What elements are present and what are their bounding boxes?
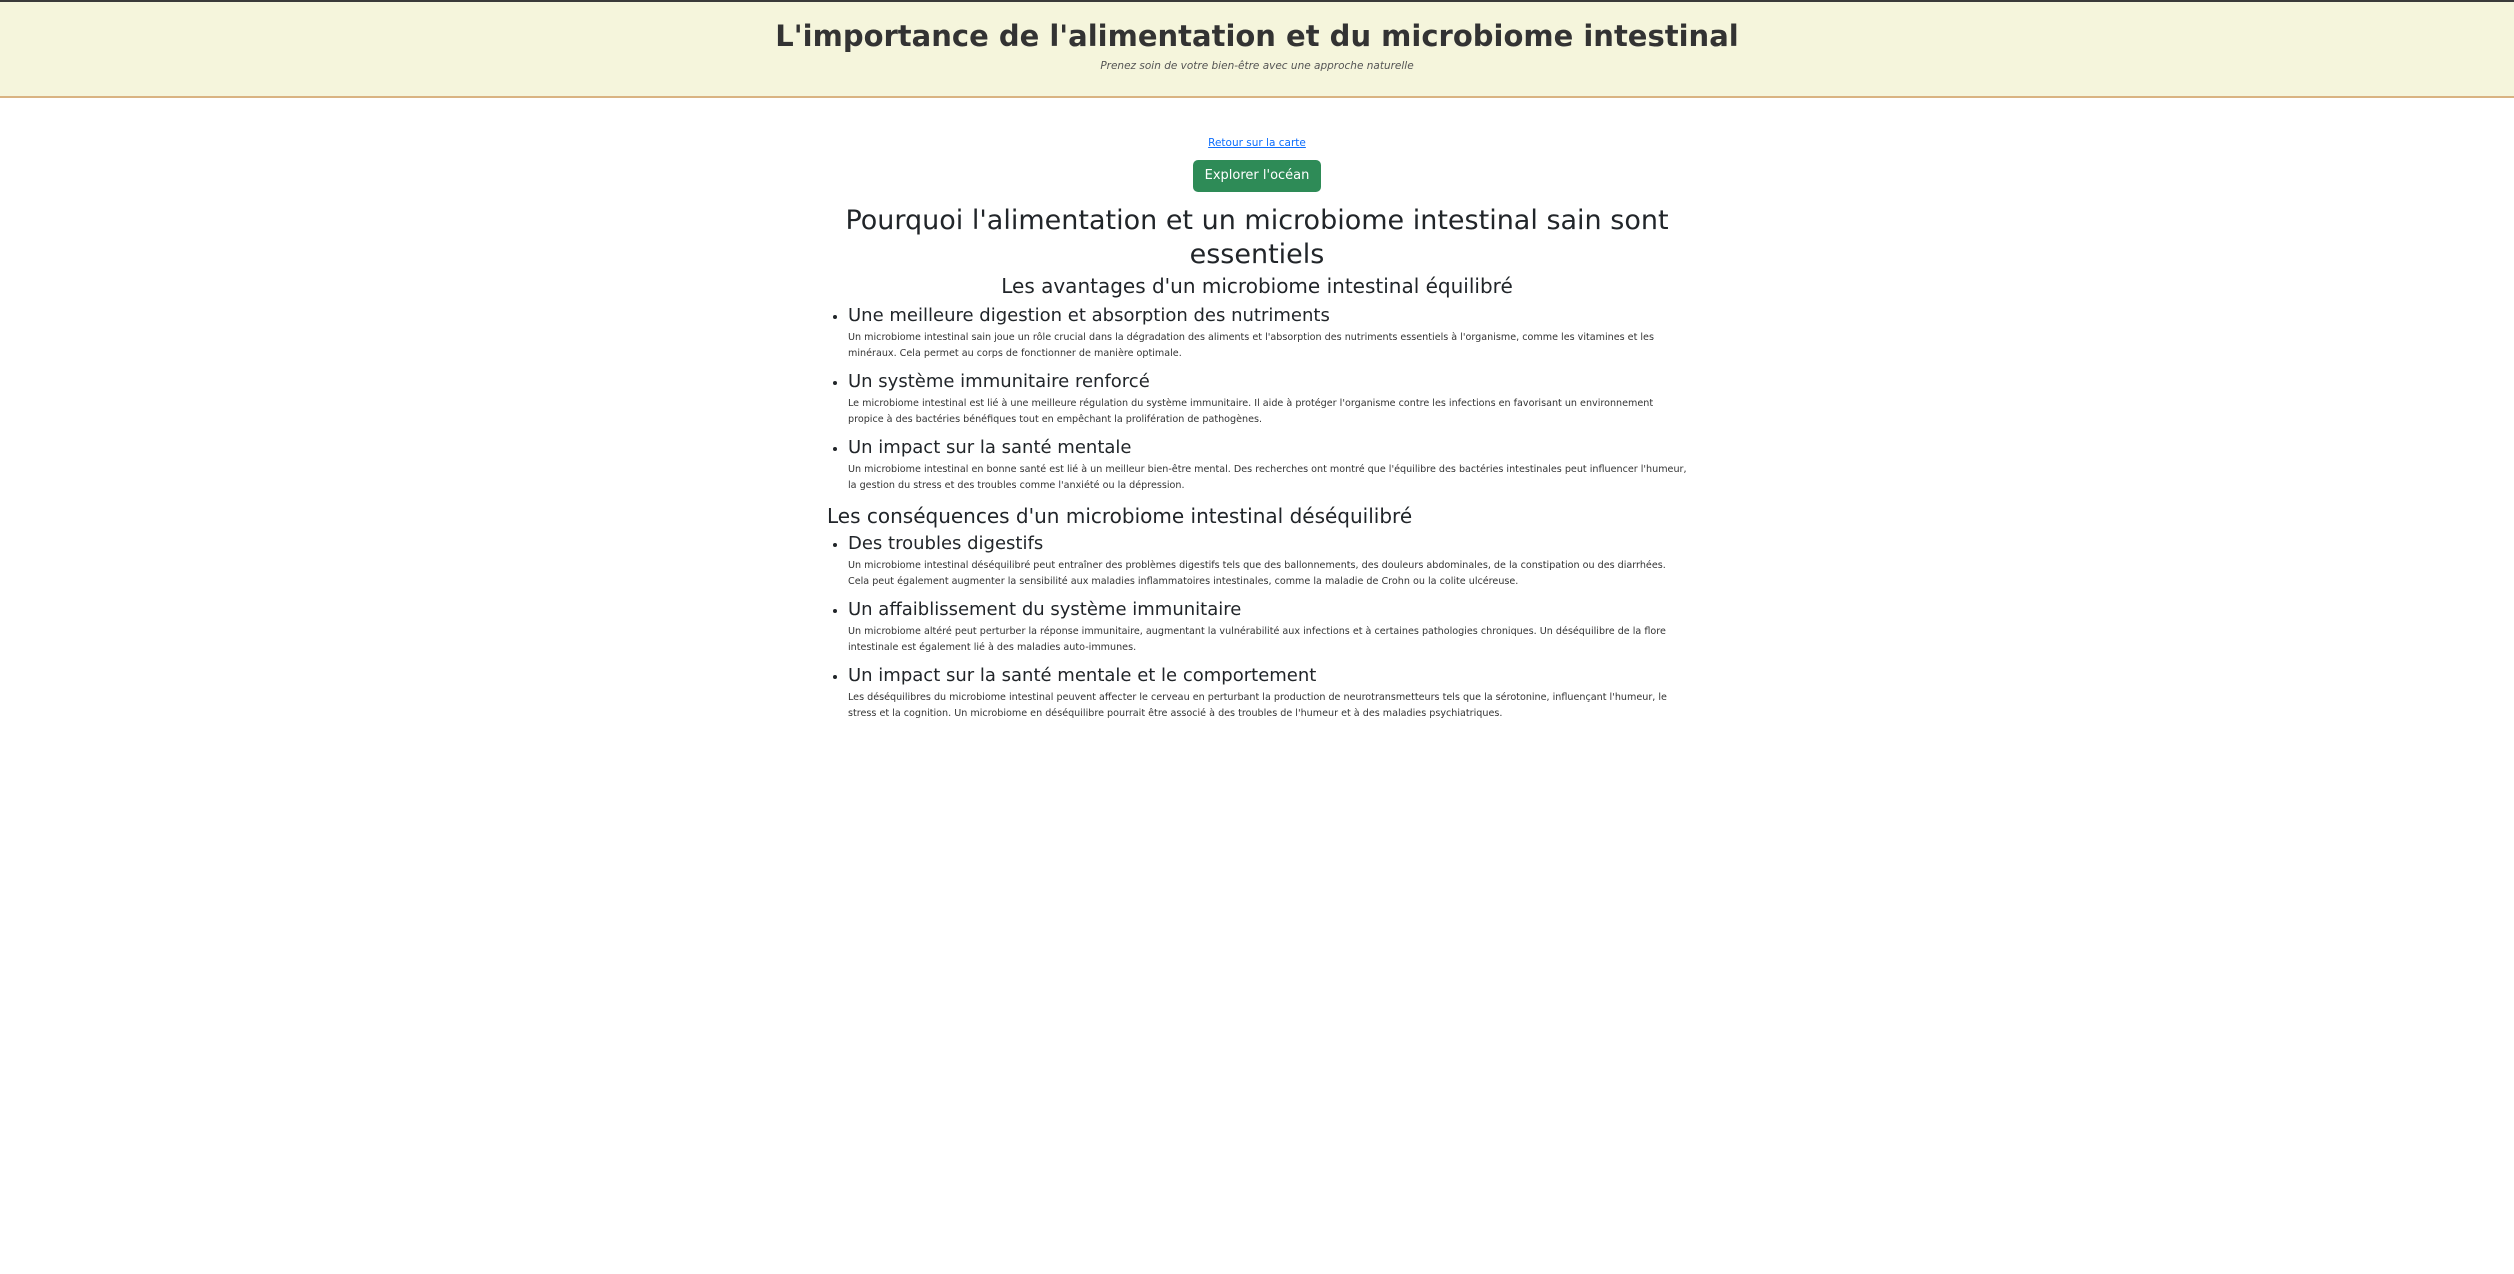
benefit-title: Un impact sur la santé mentale: [848, 437, 1132, 458]
main-content: Pourquoi l'alimentation et un microbiome…: [827, 204, 1687, 722]
consequence-title: Des troubles digestifs: [848, 533, 1044, 554]
consequence-text: Un microbiome intestinal déséquilibré pe…: [848, 560, 1666, 587]
consequences-section: Les conséquences d'un microbiome intesti…: [827, 502, 1687, 722]
benefits-section: Les avantages d'un microbiome intestinal…: [827, 272, 1687, 494]
list-item: Une meilleure digestion et absorption de…: [848, 304, 1687, 362]
site-header: L'importance de l'alimentation et du mic…: [0, 0, 2514, 98]
benefit-title: Un système immunitaire renforcé: [848, 371, 1150, 392]
list-item: Un affaiblissement du système immunitair…: [848, 598, 1687, 656]
consequence-text: Un microbiome altéré peut perturber la r…: [848, 626, 1666, 653]
list-item: Des troubles digestifs Un microbiome int…: [848, 532, 1687, 590]
benefits-list: Une meilleure digestion et absorption de…: [827, 304, 1687, 494]
page-title: L'importance de l'alimentation et du mic…: [775, 19, 1739, 53]
benefit-text: Un microbiome intestinal sain joue un rô…: [848, 332, 1654, 359]
consequence-title: Un affaiblissement du système immunitair…: [848, 599, 1242, 620]
consequences-heading: Les conséquences d'un microbiome intesti…: [827, 504, 1413, 528]
benefit-text: Un microbiome intestinal en bonne santé …: [848, 464, 1687, 491]
main-heading: Pourquoi l'alimentation et un microbiome…: [845, 205, 1669, 270]
page-subtitle: Prenez soin de votre bien-être avec une …: [1100, 60, 1414, 72]
benefits-heading: Les avantages d'un microbiome intestinal…: [1001, 274, 1513, 298]
consequence-title: Un impact sur la santé mentale et le com…: [848, 665, 1317, 686]
consequence-text: Les déséquilibres du microbiome intestin…: [848, 692, 1667, 719]
consequences-list: Des troubles digestifs Un microbiome int…: [827, 532, 1687, 722]
explore-ocean-button[interactable]: Explorer l'océan: [1192, 160, 1322, 192]
top-actions: Retour sur la carte Explorer l'océan: [0, 131, 2514, 192]
benefit-title: Une meilleure digestion et absorption de…: [848, 305, 1330, 326]
back-to-map-link[interactable]: Retour sur la carte: [1208, 136, 1306, 150]
list-item: Un impact sur la santé mentale et le com…: [848, 664, 1687, 722]
benefit-text: Le microbiome intestinal est lié à une m…: [848, 398, 1654, 425]
list-item: Un impact sur la santé mentale Un microb…: [848, 436, 1687, 494]
list-item: Un système immunitaire renforcé Le micro…: [848, 370, 1687, 428]
